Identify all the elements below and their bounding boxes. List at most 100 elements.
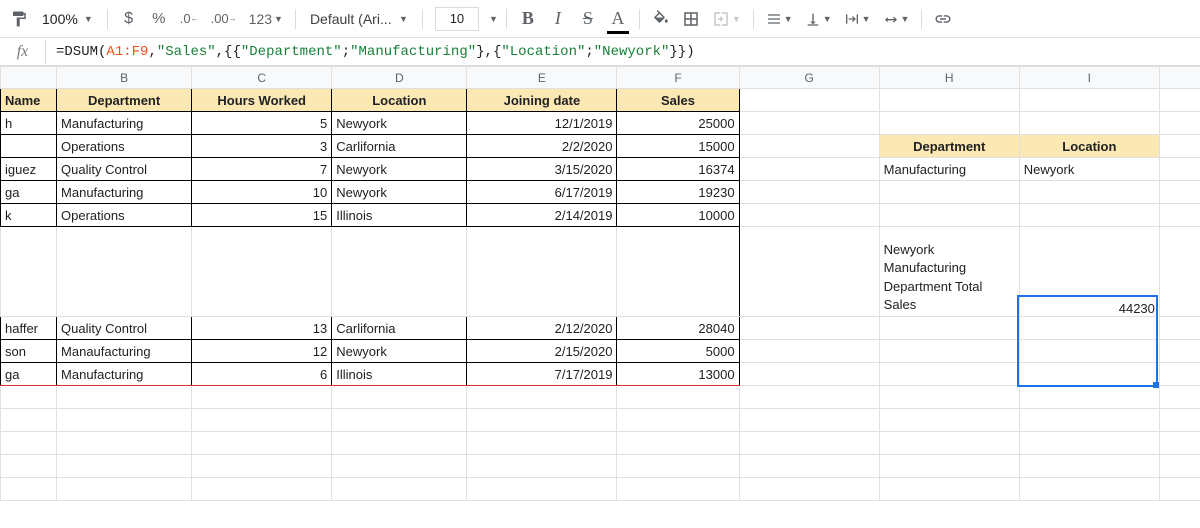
strikethrough-button[interactable]: S bbox=[575, 6, 601, 32]
spreadsheet-grid[interactable]: B C D E F G H I Name Department Hours Wo… bbox=[0, 66, 1200, 528]
cell[interactable]: Newyork bbox=[332, 112, 467, 135]
cell[interactable] bbox=[739, 363, 879, 386]
font-family-dropdown[interactable]: Default (Ari... ▼ bbox=[304, 6, 414, 32]
cell[interactable]: Quality Control bbox=[57, 158, 192, 181]
col-header[interactable] bbox=[1159, 67, 1200, 89]
cell[interactable]: 3/15/2020 bbox=[467, 158, 617, 181]
cell[interactable]: Carlifornia bbox=[332, 317, 467, 340]
cell[interactable]: Manaufacturing bbox=[57, 340, 192, 363]
cell[interactable] bbox=[1159, 112, 1200, 135]
cell[interactable]: Newyork bbox=[332, 158, 467, 181]
cell[interactable] bbox=[1159, 89, 1200, 112]
cell[interactable]: 15 bbox=[192, 204, 332, 227]
cell[interactable] bbox=[1159, 317, 1200, 340]
cell[interactable] bbox=[57, 227, 192, 317]
cell[interactable]: 16374 bbox=[617, 158, 739, 181]
cell[interactable]: Name bbox=[1, 89, 57, 112]
cell[interactable] bbox=[739, 204, 879, 227]
table-row[interactable]: haffer Quality Control 13 Carlifornia 2/… bbox=[1, 317, 1200, 340]
col-header[interactable]: B bbox=[57, 67, 192, 89]
cell[interactable] bbox=[1159, 227, 1200, 317]
cell[interactable]: Operations bbox=[57, 135, 192, 158]
table-row[interactable]: ga Manufacturing 6 Illinois 7/17/2019 13… bbox=[1, 363, 1200, 386]
cell[interactable] bbox=[467, 227, 617, 317]
cell[interactable] bbox=[1159, 135, 1200, 158]
cell[interactable]: 10000 bbox=[617, 204, 739, 227]
cell[interactable] bbox=[739, 135, 879, 158]
cell[interactable]: 15000 bbox=[617, 135, 739, 158]
cell[interactable]: h bbox=[1, 112, 57, 135]
horizontal-align-button[interactable]: ▼ bbox=[762, 6, 797, 32]
text-rotation-button[interactable]: ▼ bbox=[879, 6, 914, 32]
cell[interactable] bbox=[879, 112, 1019, 135]
cell[interactable] bbox=[739, 317, 879, 340]
cell[interactable]: Manufacturing bbox=[57, 112, 192, 135]
text-wrap-button[interactable]: ▼ bbox=[840, 6, 875, 32]
cell[interactable]: 5000 bbox=[617, 340, 739, 363]
cell[interactable] bbox=[1019, 317, 1159, 340]
percent-button[interactable]: % bbox=[146, 6, 172, 32]
cell[interactable] bbox=[879, 181, 1019, 204]
col-header[interactable]: G bbox=[739, 67, 879, 89]
cell[interactable]: Illinois bbox=[332, 363, 467, 386]
cell[interactable] bbox=[879, 340, 1019, 363]
cell[interactable] bbox=[739, 89, 879, 112]
cell[interactable]: Hours Worked bbox=[192, 89, 332, 112]
col-header[interactable]: E bbox=[467, 67, 617, 89]
text-color-button[interactable]: A bbox=[605, 6, 631, 32]
col-header[interactable]: I bbox=[1019, 67, 1159, 89]
cell[interactable]: 5 bbox=[192, 112, 332, 135]
increase-decimal-button[interactable]: .00→ bbox=[207, 6, 241, 32]
cell[interactable] bbox=[739, 227, 879, 317]
cell[interactable]: Newyork bbox=[1019, 158, 1159, 181]
table-row[interactable]: iguez Quality Control 7 Newyork 3/15/202… bbox=[1, 158, 1200, 181]
cell[interactable]: 2/12/2020 bbox=[467, 317, 617, 340]
cell[interactable]: 19230 bbox=[617, 181, 739, 204]
format-123-dropdown[interactable]: 123▼ bbox=[245, 6, 287, 32]
bold-button[interactable]: B bbox=[515, 6, 541, 32]
cell[interactable]: Manufacturing bbox=[879, 158, 1019, 181]
cell[interactable]: 7 bbox=[192, 158, 332, 181]
cell[interactable] bbox=[739, 181, 879, 204]
cell[interactable] bbox=[1019, 181, 1159, 204]
cell[interactable]: Joining date bbox=[467, 89, 617, 112]
cell[interactable]: haffer bbox=[1, 317, 57, 340]
cell[interactable]: Location bbox=[1019, 135, 1159, 158]
cell[interactable] bbox=[1159, 340, 1200, 363]
cell[interactable]: Newyork bbox=[332, 181, 467, 204]
cell[interactable]: ga bbox=[1, 363, 57, 386]
cell[interactable] bbox=[1019, 112, 1159, 135]
col-header[interactable]: F bbox=[617, 67, 739, 89]
table-row[interactable]: Name Department Hours Worked Location Jo… bbox=[1, 89, 1200, 112]
cell[interactable] bbox=[739, 340, 879, 363]
cell[interactable]: 6/17/2019 bbox=[467, 181, 617, 204]
cell[interactable] bbox=[739, 112, 879, 135]
table-row[interactable]: k Operations 15 Illinois 2/14/2019 10000 bbox=[1, 204, 1200, 227]
cell[interactable] bbox=[879, 204, 1019, 227]
cell[interactable]: 3 bbox=[192, 135, 332, 158]
fx-icon[interactable]: fx bbox=[0, 40, 46, 64]
cell[interactable] bbox=[617, 227, 739, 317]
cell[interactable]: 28040 bbox=[617, 317, 739, 340]
cell[interactable]: 6 bbox=[192, 363, 332, 386]
result-value-cell[interactable]: 44230 bbox=[1019, 227, 1159, 317]
table-row[interactable]: ga Manufacturing 10 Newyork 6/17/2019 19… bbox=[1, 181, 1200, 204]
paint-format-icon[interactable] bbox=[6, 6, 32, 32]
table-row[interactable]: son Manaufacturing 12 Newyork 2/15/2020 … bbox=[1, 340, 1200, 363]
cell[interactable] bbox=[1019, 89, 1159, 112]
cell[interactable]: Manufacturing bbox=[57, 181, 192, 204]
italic-button[interactable]: I bbox=[545, 6, 571, 32]
col-header[interactable]: H bbox=[879, 67, 1019, 89]
currency-button[interactable]: $ bbox=[116, 6, 142, 32]
cell[interactable]: 12 bbox=[192, 340, 332, 363]
cell[interactable] bbox=[1, 135, 57, 158]
cell[interactable] bbox=[1159, 363, 1200, 386]
cell[interactable]: 13000 bbox=[617, 363, 739, 386]
cell[interactable]: Carlifornia bbox=[332, 135, 467, 158]
cell[interactable] bbox=[879, 363, 1019, 386]
result-label-cell[interactable]: Newyork Manufacturing Department Total S… bbox=[879, 227, 1019, 317]
col-header[interactable]: C bbox=[192, 67, 332, 89]
formula-input[interactable]: =DSUM(A1:F9,"Sales",{{"Department";"Manu… bbox=[46, 44, 1200, 60]
cell[interactable]: 13 bbox=[192, 317, 332, 340]
cell[interactable] bbox=[879, 89, 1019, 112]
